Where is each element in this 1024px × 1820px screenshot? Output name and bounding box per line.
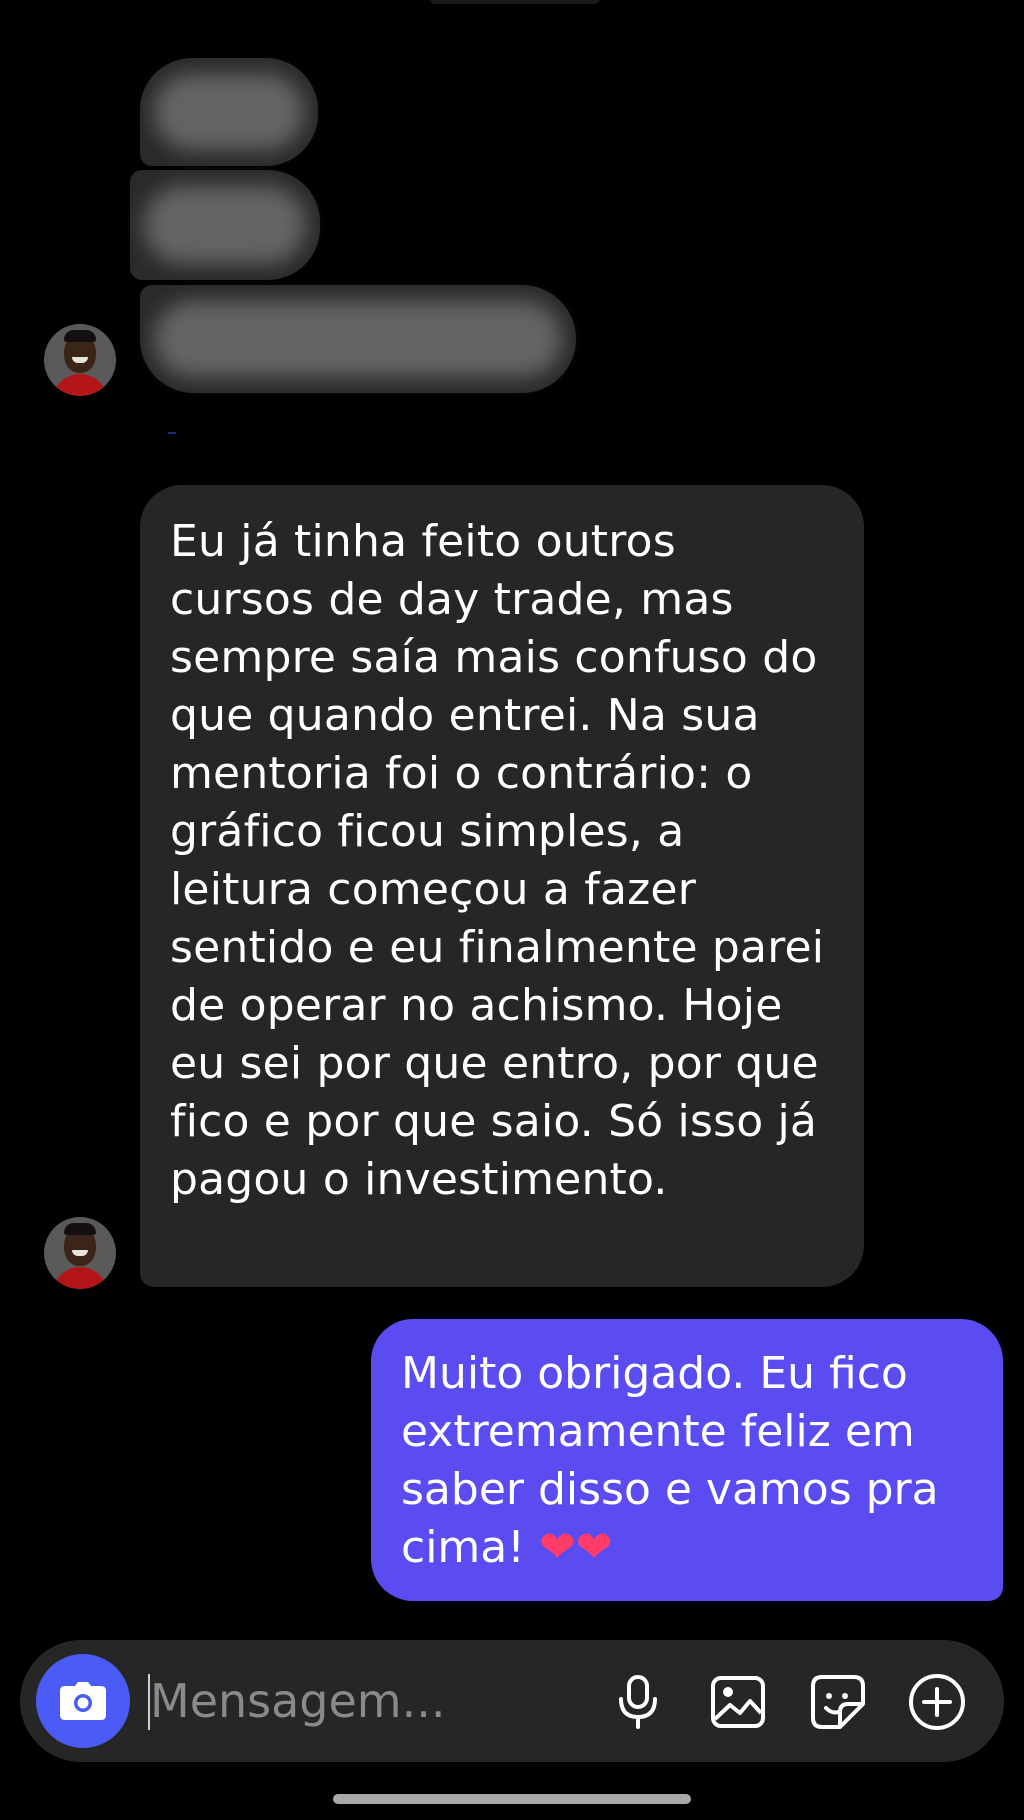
blur-smudge — [144, 186, 306, 264]
contact-avatar[interactable] — [44, 1217, 116, 1289]
sent-message-bubble[interactable]: Muito obrigado. Eu fico extremamente fel… — [371, 1319, 1003, 1601]
blur-smudge — [154, 301, 562, 377]
received-message-text: Eu já tinha feito outros cursos de day t… — [170, 516, 825, 1205]
gallery-icon — [711, 1676, 765, 1728]
camera-button[interactable] — [36, 1654, 130, 1748]
home-indicator[interactable] — [333, 1794, 691, 1804]
sticker-button[interactable] — [808, 1672, 868, 1732]
avatar-shirt — [52, 1267, 108, 1289]
camera-icon — [60, 1682, 106, 1720]
plus-icon — [909, 1674, 965, 1730]
microphone-button[interactable] — [608, 1672, 668, 1732]
avatar-hair — [64, 1223, 96, 1235]
message-composer — [20, 1640, 1004, 1762]
header-remnant — [430, 0, 600, 4]
avatar-shirt — [52, 374, 108, 396]
chat-screen: Eu já tinha feito outros cursos de day t… — [0, 0, 1024, 1820]
sent-message-paragraph: Muito obrigado. Eu fico extremamente fel… — [401, 1345, 975, 1577]
redacted-message-bubble[interactable] — [130, 170, 320, 280]
gallery-button[interactable] — [708, 1672, 768, 1732]
sticker-icon — [811, 1675, 865, 1729]
contact-avatar[interactable] — [44, 324, 116, 396]
add-button[interactable] — [907, 1672, 967, 1732]
redacted-message-bubble[interactable] — [140, 285, 576, 393]
blur-smudge — [154, 74, 304, 150]
sent-message-text: Muito obrigado. Eu fico extremamente fel… — [401, 1348, 939, 1573]
avatar-hair — [64, 330, 96, 342]
heart-emoji: ❤❤ — [538, 1522, 613, 1573]
message-input[interactable] — [150, 1666, 600, 1736]
microphone-icon — [619, 1675, 657, 1729]
received-message-bubble[interactable]: Eu já tinha feito outros cursos de day t… — [140, 485, 864, 1287]
redacted-message-bubble[interactable] — [140, 58, 318, 166]
divider-mark — [168, 432, 176, 434]
